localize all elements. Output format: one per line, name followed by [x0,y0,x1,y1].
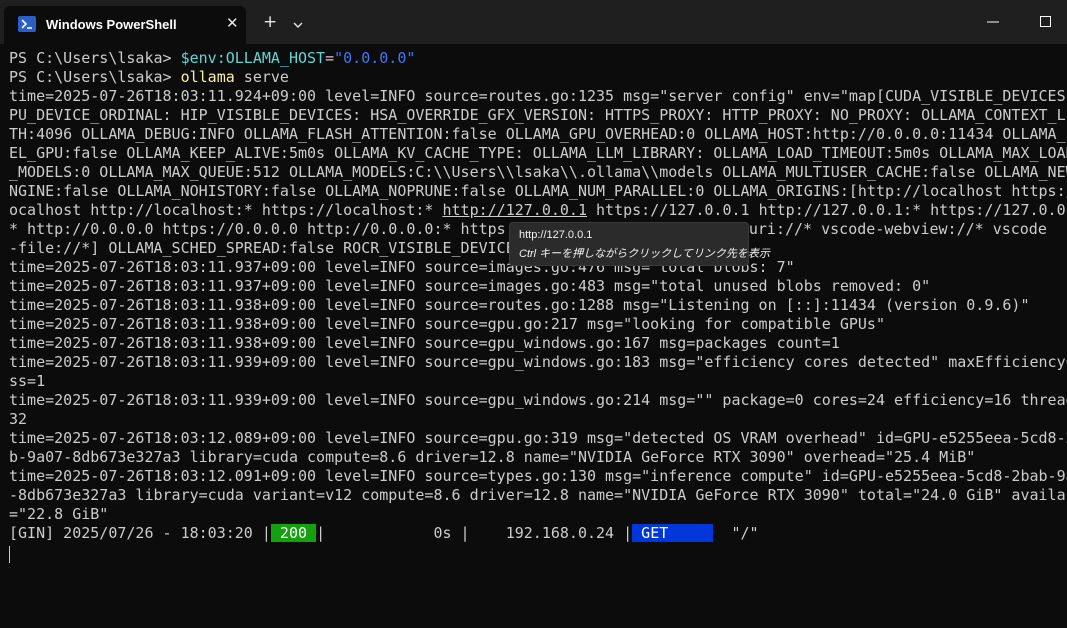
log-line: ocalhost http://localhost:* https://loca… [9,201,1067,220]
command-args: serve [234,68,289,86]
log-text: * http://0.0.0.0 https://0.0.0.0 http://… [9,220,506,238]
log-line: time=2025-07-26T18:03:11.938+09:00 level… [9,334,840,352]
request-path: "/" [713,524,759,542]
log-text: ocalhost http://localhost:* https://loca… [9,201,443,219]
log-line: time=2025-07-26T18:03:11.937+09:00 level… [9,277,931,295]
method-badge: GET [632,524,714,542]
log-line: time=2025-07-26T18:03:11.939+09:00 level… [9,391,1067,409]
gin-prefix: [GIN] 2025/07/26 - 18:03:20 | [9,524,271,542]
prompt-line-1: PS C:\Users\lsaka> $env:OLLAMA_HOST="0.0… [9,49,415,68]
text-cursor [9,546,10,563]
log-line: time=2025-07-26T18:03:11.938+09:00 level… [9,315,885,333]
log-text: https://127.0.0.1 http://127.0.0.1:* htt… [586,201,1067,219]
log-line: ss=1 [9,372,46,390]
log-line: time=2025-07-26T18:03:12.091+09:00 level… [9,467,1067,485]
prompt: PS C:\Users\lsaka> [9,49,181,67]
prompt: PS C:\Users\lsaka> [9,68,181,86]
log-line: b-9a07-8db673e327a3 library=cuda compute… [9,448,976,466]
tab-windows-powershell[interactable]: Windows PowerShell ✕ [4,6,246,44]
log-line: time=2025-07-26T18:03:11.938+09:00 level… [9,296,1030,314]
log-line: EL_GPU:false OLLAMA_KEEP_ALIVE:5m0s OLLA… [9,144,1067,162]
maximize-icon[interactable] [1036,12,1056,32]
gin-details: | 0s | 192.168.0.24 | [316,524,633,542]
command-operator: = [325,49,335,67]
command-string: "0.0.0.0" [334,49,416,67]
gin-log-line: [GIN] 2025/07/26 - 18:03:20 | 200 | 0s |… [9,524,759,543]
powershell-icon [18,16,36,32]
log-line: TH:4096 OLLAMA_DEBUG:INFO OLLAMA_FLASH_A… [9,125,1067,143]
command-variable: $env:OLLAMA_HOST [180,49,326,67]
status-badge: 200 [270,524,317,542]
tooltip-url: http://127.0.0.1 [519,229,593,241]
log-text: /* tauri://* vscode-webview://* vscode [703,220,1047,238]
link-tooltip: http://127.0.0.1 Ctrl キーを押しながらクリックしてリンク先… [509,222,770,266]
log-line: _MODELS:0 OLLAMA_MAX_QUEUE:512 OLLAMA_MO… [9,163,1067,181]
log-line: 32 [9,410,28,428]
close-icon[interactable]: ✕ [226,14,239,32]
prompt-line-2: PS C:\Users\lsaka> ollama serve [9,68,289,87]
command-program: ollama [180,68,235,86]
log-line: PU_DEVICE_ORDINAL: HIP_VISIBLE_DEVICES: … [9,106,1067,124]
log-line: time=2025-07-26T18:03:12.089+09:00 level… [9,429,1067,447]
log-line: ="22.8 GiB" [9,505,109,523]
log-line: time=2025-07-26T18:03:11.939+09:00 level… [9,353,1067,371]
log-line: -8db673e327a3 library=cuda variant=v12 c… [9,486,1067,504]
tooltip-hint: Ctrl キーを押しながらクリックしてリンク先を表示 [519,248,770,260]
chevron-down-icon[interactable] [293,14,303,33]
minimize-icon[interactable] [983,12,1003,32]
url-link[interactable]: http://127.0.0.1 [442,201,587,219]
tab-title: Windows PowerShell [46,17,177,32]
log-line: time=2025-07-26T18:03:11.924+09:00 level… [9,87,1067,105]
log-line: -file://*] OLLAMA_SCHED_SPREAD:false ROC… [9,239,515,257]
title-bar: Windows PowerShell ✕ + [0,0,1067,44]
log-line: NGINE:false OLLAMA_NOHISTORY:false OLLAM… [9,182,1067,200]
plus-icon[interactable]: + [263,12,277,32]
terminal-output[interactable]: PS C:\Users\lsaka> $env:OLLAMA_HOST="0.0… [0,44,1067,628]
